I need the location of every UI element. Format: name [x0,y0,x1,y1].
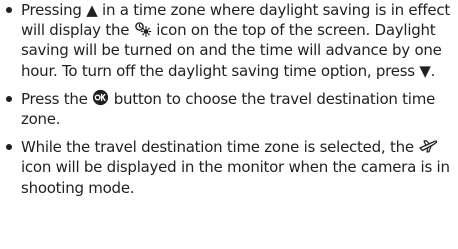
bullet-dot [6,7,12,13]
item-text: While the travel destination time zone i… [21,138,414,157]
list-item-travel-icon: While the travel destination time zone i… [0,137,458,198]
item-text: . [430,61,436,80]
down-triangle-icon: ▼ [419,61,431,80]
ok-button-icon [92,89,109,106]
bullet-dot [6,95,12,102]
list-item-ok-button: Press the button to choose the travel de… [0,89,458,129]
instruction-list: Pressing ▲ in a time zone where daylight… [0,0,458,198]
travel-destination-icon [418,138,438,154]
daylight-saving-icon [134,21,152,38]
bullet-dot [6,144,12,151]
list-item-daylight-saving: Pressing ▲ in a time zone where daylight… [0,0,458,81]
up-triangle-icon: ▲ [86,1,98,19]
item-text: Pressing [21,1,82,19]
item-text: Press the [21,89,88,108]
item-text: icon will be displayed in the monitor wh… [21,158,450,197]
